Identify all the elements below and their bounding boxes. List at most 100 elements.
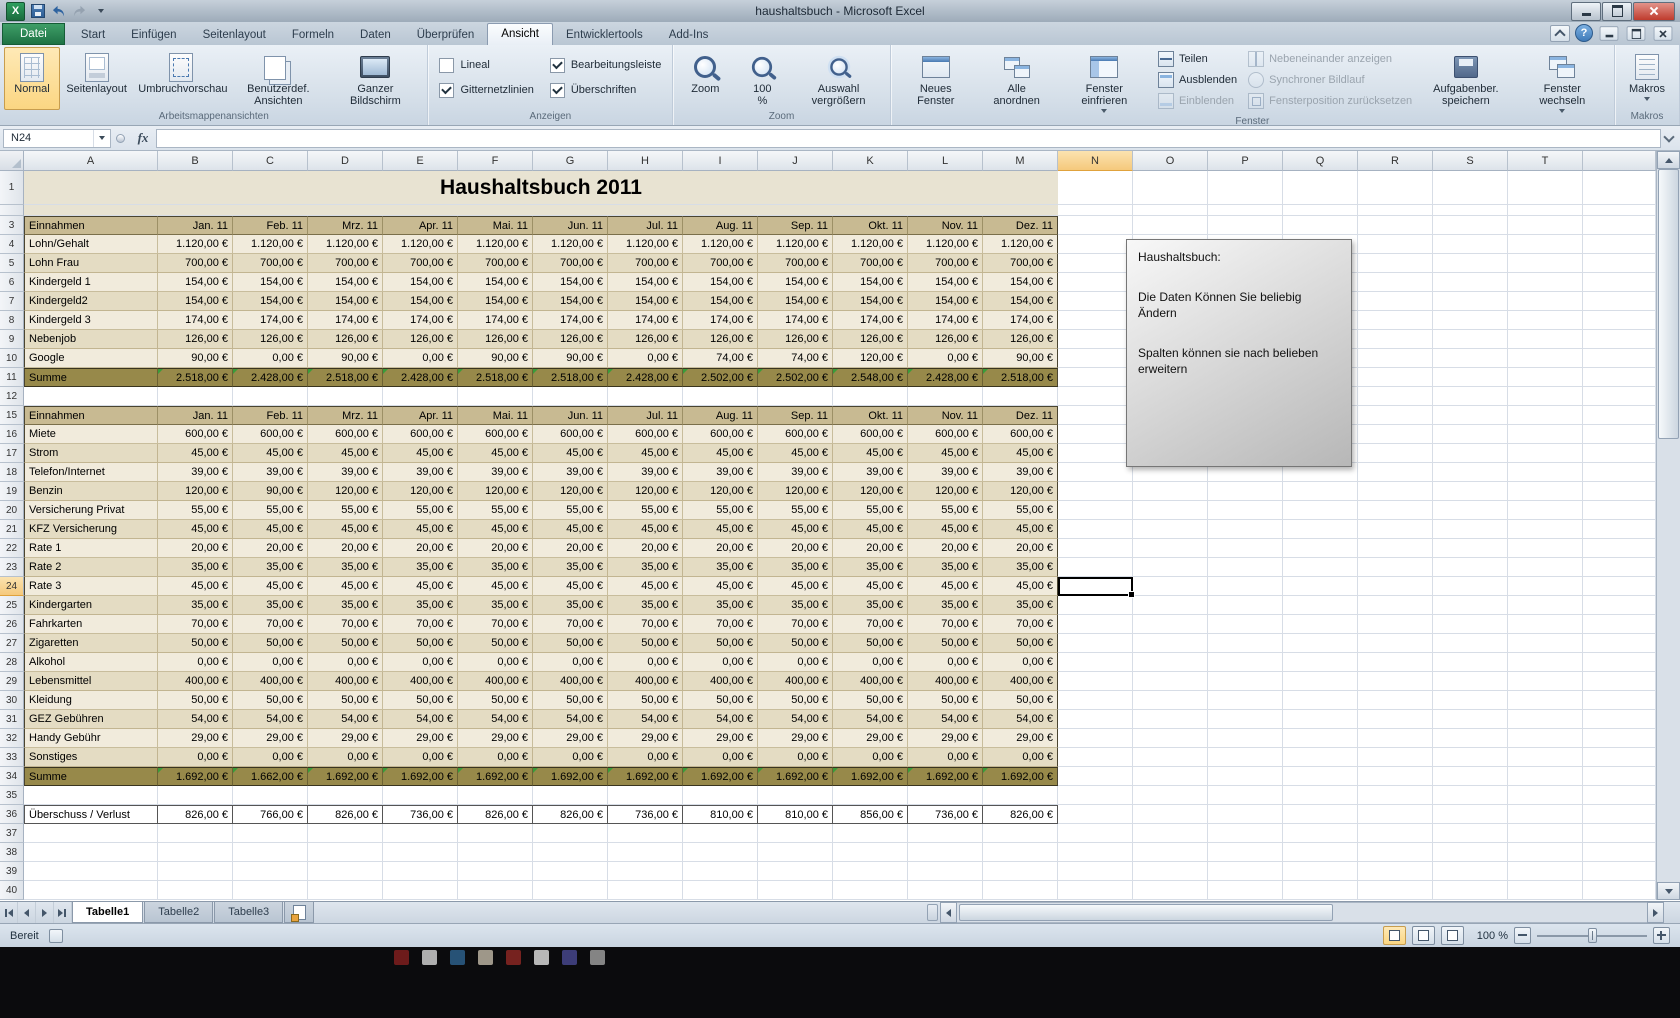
cell-B31[interactable]: 54,00 €: [158, 710, 233, 729]
cell-P32[interactable]: [1208, 729, 1283, 748]
cell-R24[interactable]: [1358, 577, 1433, 596]
cell-N16[interactable]: [1058, 425, 1133, 444]
cell-D32[interactable]: 29,00 €: [308, 729, 383, 748]
arrange-all-button[interactable]: Alle anordnen: [978, 47, 1056, 115]
ribbon-tab-start[interactable]: Start: [68, 25, 118, 45]
row-header-4[interactable]: 4: [0, 235, 24, 254]
cell-U39[interactable]: [1583, 862, 1656, 881]
cell-I16[interactable]: 600,00 €: [683, 425, 758, 444]
cell-R7[interactable]: [1358, 292, 1433, 311]
name-box-resize-handle[interactable]: [116, 134, 125, 143]
vertical-scroll-track[interactable]: [1657, 439, 1680, 882]
cell-S31[interactable]: [1433, 710, 1508, 729]
cell-J25[interactable]: 35,00 €: [758, 596, 833, 615]
cell-G34[interactable]: 1.692,00 €: [533, 767, 608, 786]
cell-L22[interactable]: 20,00 €: [908, 539, 983, 558]
row-header-5[interactable]: 5: [0, 254, 24, 273]
cell-H3[interactable]: Jul. 11: [608, 216, 683, 235]
cell-H15[interactable]: Jul. 11: [608, 406, 683, 425]
cell-A4[interactable]: Lohn/Gehalt: [24, 235, 158, 254]
cell-N17[interactable]: [1058, 444, 1133, 463]
cell-F12[interactable]: [458, 387, 533, 406]
cell-F23[interactable]: 35,00 €: [458, 558, 533, 577]
cell-S16[interactable]: [1433, 425, 1508, 444]
cell-E24[interactable]: 45,00 €: [383, 577, 458, 596]
cell-E3[interactable]: Apr. 11: [383, 216, 458, 235]
cell-R22[interactable]: [1358, 539, 1433, 558]
cell-J26[interactable]: 70,00 €: [758, 615, 833, 634]
cell-R15[interactable]: [1358, 406, 1433, 425]
cell-M25[interactable]: 35,00 €: [983, 596, 1058, 615]
cell-Q20[interactable]: [1283, 501, 1358, 520]
minimize-ribbon-button[interactable]: [1550, 25, 1570, 42]
cell-R25[interactable]: [1358, 596, 1433, 615]
normal-view-button[interactable]: Normal: [4, 47, 60, 110]
cell-O40[interactable]: [1133, 881, 1208, 900]
taskbar-icon-5[interactable]: [506, 950, 521, 965]
cell-F29[interactable]: 400,00 €: [458, 672, 533, 691]
cell-R30[interactable]: [1358, 691, 1433, 710]
cell-G33[interactable]: 0,00 €: [533, 748, 608, 767]
cell-R36[interactable]: [1358, 805, 1433, 824]
cell-C15[interactable]: Feb. 11: [233, 406, 308, 425]
cell-N31[interactable]: [1058, 710, 1133, 729]
cell-O27[interactable]: [1133, 634, 1208, 653]
save-workspace-button[interactable]: Aufgabenber. speichern: [1418, 47, 1513, 115]
cell-I40[interactable]: [683, 881, 758, 900]
cell-T1[interactable]: [1508, 171, 1583, 205]
cell-F4[interactable]: 1.120,00 €: [458, 235, 533, 254]
cell-B6[interactable]: 154,00 €: [158, 273, 233, 292]
cell-R31[interactable]: [1358, 710, 1433, 729]
cell-F22[interactable]: 20,00 €: [458, 539, 533, 558]
cell-M40[interactable]: [983, 881, 1058, 900]
cell-O1[interactable]: [1133, 171, 1208, 205]
row-header-18[interactable]: 18: [0, 463, 24, 482]
row-header-17[interactable]: 17: [0, 444, 24, 463]
cell-L23[interactable]: 35,00 €: [908, 558, 983, 577]
cell-S24[interactable]: [1433, 577, 1508, 596]
cell-M33[interactable]: 0,00 €: [983, 748, 1058, 767]
sheet-tab-tabelle3[interactable]: Tabelle3: [214, 902, 283, 923]
cell-G31[interactable]: 54,00 €: [533, 710, 608, 729]
cell-O2[interactable]: [1133, 205, 1208, 216]
cell-G27[interactable]: 50,00 €: [533, 634, 608, 653]
cell-S37[interactable]: [1433, 824, 1508, 843]
taskbar-icon-7[interactable]: [562, 950, 577, 965]
cell-B16[interactable]: 600,00 €: [158, 425, 233, 444]
cell-U8[interactable]: [1583, 311, 1656, 330]
cell-G7[interactable]: 154,00 €: [533, 292, 608, 311]
cell-P36[interactable]: [1208, 805, 1283, 824]
formula-bar-expand-button[interactable]: [1661, 136, 1677, 141]
window-maximize-button[interactable]: [1602, 2, 1632, 21]
cell-C3[interactable]: Feb. 11: [233, 216, 308, 235]
cell-D19[interactable]: 120,00 €: [308, 482, 383, 501]
cell-G26[interactable]: 70,00 €: [533, 615, 608, 634]
row-header-9[interactable]: 9: [0, 330, 24, 349]
cell-H8[interactable]: 174,00 €: [608, 311, 683, 330]
cell-B8[interactable]: 174,00 €: [158, 311, 233, 330]
cell-Q2[interactable]: [1283, 205, 1358, 216]
cell-C7[interactable]: 154,00 €: [233, 292, 308, 311]
cell-T32[interactable]: [1508, 729, 1583, 748]
ruler-checkbox[interactable]: Lineal: [439, 58, 533, 73]
cell-C5[interactable]: 700,00 €: [233, 254, 308, 273]
cell-K36[interactable]: 856,00 €: [833, 805, 908, 824]
cell-R16[interactable]: [1358, 425, 1433, 444]
cell-G19[interactable]: 120,00 €: [533, 482, 608, 501]
col-header-E[interactable]: E: [383, 151, 458, 171]
cell-T33[interactable]: [1508, 748, 1583, 767]
cell-Q24[interactable]: [1283, 577, 1358, 596]
cell-D26[interactable]: 70,00 €: [308, 615, 383, 634]
cell-T2[interactable]: [1508, 205, 1583, 216]
cell-Q1[interactable]: [1283, 171, 1358, 205]
cell-T34[interactable]: [1508, 767, 1583, 786]
cell-J7[interactable]: 154,00 €: [758, 292, 833, 311]
col-header-G[interactable]: G: [533, 151, 608, 171]
cell-D10[interactable]: 90,00 €: [308, 349, 383, 368]
cell-M28[interactable]: 0,00 €: [983, 653, 1058, 672]
cell-Q32[interactable]: [1283, 729, 1358, 748]
cell-H21[interactable]: 45,00 €: [608, 520, 683, 539]
cell-D3[interactable]: Mrz. 11: [308, 216, 383, 235]
cell-R33[interactable]: [1358, 748, 1433, 767]
cell-C11[interactable]: 2.428,00 €: [233, 368, 308, 387]
